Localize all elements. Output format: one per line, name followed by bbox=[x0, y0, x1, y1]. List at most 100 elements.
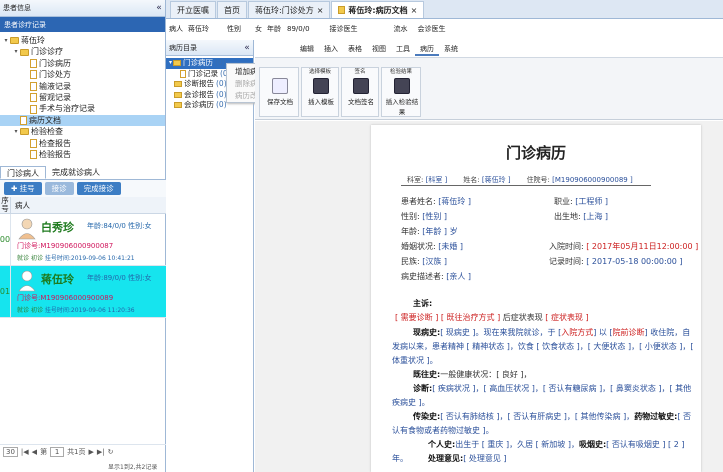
patient-visit-info: 就诊 初诊 挂号时间:2019-09-06 11:20:36 bbox=[17, 305, 135, 314]
record-time-field[interactable]: 记录时间: [ 2017-05-18 00:00:00 ] bbox=[549, 256, 683, 267]
tree-node[interactable]: ▾ 检验检查 bbox=[0, 126, 165, 137]
ribbon-tab[interactable]: 插入 bbox=[319, 44, 343, 56]
past-history-section[interactable]: 既往史:一般健康状况：[ 良好 ]， bbox=[392, 368, 694, 382]
ribbon: 保存文档 选择模板 插入模板 签名 文档签名 检验结果 插入检验结果 bbox=[255, 57, 723, 120]
main-tabbar: 开立医嘱 首页 蒋伍玲:门诊处方 × 蒋伍玲:病历文档 × bbox=[166, 0, 723, 19]
close-icon[interactable]: × bbox=[317, 6, 324, 15]
diagnosis-value: [ 疾病状况 ]，[ 高血压状况 ]，[ 否认有糖尿病 ]，[ 鼻窦炎状态 ]，… bbox=[392, 384, 692, 407]
visit-status: 就诊 bbox=[17, 307, 30, 314]
history-teller-field[interactable]: 病史描述者: [亲人 ] bbox=[401, 271, 471, 282]
grid-header-name: 病人 bbox=[15, 201, 30, 210]
info-patient-value: 蒋伍玲 bbox=[188, 24, 209, 33]
patient-row[interactable]: 00 白秀珍 年龄:84/0/0 性别:女 门诊号:M190906000900087 就… bbox=[0, 214, 166, 266]
catalog-item-count: (0) bbox=[215, 58, 226, 67]
tree-node[interactable]: 门诊处方 bbox=[0, 69, 165, 80]
tree-node[interactable]: ▾ 门诊诊疗 bbox=[0, 46, 165, 57]
ethnicity-field[interactable]: 民族: [汉族 ] bbox=[401, 256, 447, 267]
birthplace-field[interactable]: 出生地: [上海 ] bbox=[554, 211, 608, 222]
page-size-select[interactable]: 30 bbox=[3, 446, 18, 457]
handling-opinion-section[interactable]: 处理意见:[ 处理意见 ] bbox=[392, 452, 694, 466]
save-icon bbox=[272, 78, 288, 94]
name-field[interactable]: 姓名: [蒋伍玲 ] bbox=[463, 175, 510, 185]
sex-field[interactable]: 性别: [性别 ] bbox=[401, 211, 447, 222]
ribbon-tab[interactable]: 系统 bbox=[439, 44, 463, 56]
info-doctor-key: 接诊医生 bbox=[329, 24, 358, 33]
receive-button[interactable]: 接诊 bbox=[44, 182, 74, 195]
file-icon bbox=[30, 70, 37, 80]
allergy-history-key: 药物过敏史: bbox=[634, 412, 678, 421]
last-page-icon[interactable]: ▶| bbox=[97, 448, 105, 456]
next-page-icon[interactable]: ▶ bbox=[89, 448, 94, 456]
dept-field[interactable]: 科室: [科室 ] bbox=[407, 175, 447, 185]
insert-lab-result-button[interactable]: 插入检验结果 bbox=[385, 78, 419, 116]
expand-arrow-icon[interactable]: ▾ bbox=[2, 35, 10, 46]
catalog-item-label: 诊断报告 bbox=[184, 79, 214, 88]
main-tab[interactable]: 蒋伍玲:病历文档 × bbox=[331, 1, 425, 18]
prev-page-icon[interactable]: ◀ bbox=[32, 448, 37, 456]
tree-node[interactable]: 病历文档 bbox=[0, 114, 165, 127]
ribbon-tab[interactable]: 编辑 bbox=[295, 44, 319, 56]
patient-name-field[interactable]: 患者姓名: [蒋伍玲 ] bbox=[401, 196, 471, 207]
tree-node-label: 检验检查 bbox=[31, 127, 63, 137]
lab-result-icon bbox=[394, 78, 410, 94]
tree-node[interactable]: ▾ 蒋伍玲 bbox=[0, 35, 165, 46]
main-tab[interactable]: 开立医嘱 bbox=[170, 1, 216, 18]
ribbon-tab[interactable]: 工具 bbox=[391, 44, 415, 56]
infection-history-section[interactable]: 传染史:[ 否认有肺结核 ]，[ 否认有肝病史 ]，[ 其他传染病 ]，药物过敏… bbox=[392, 410, 694, 438]
first-page-icon[interactable]: |◀ bbox=[21, 448, 29, 456]
save-document-button[interactable]: 保存文档 bbox=[265, 78, 295, 106]
age-key: 年龄: bbox=[401, 227, 420, 236]
marriage-field[interactable]: 婚姻状况: [未婚 ] bbox=[401, 241, 463, 252]
sex-key: 性别: bbox=[401, 212, 420, 221]
patient-card: 白秀珍 年龄:84/0/0 性别:女 门诊号:M190906000900087 就诊 … bbox=[11, 214, 166, 265]
hospital-no-field[interactable]: 住院号: [M190906000900089 ] bbox=[527, 175, 633, 185]
job-field[interactable]: 职业: [工程师 ] bbox=[554, 196, 608, 207]
finish-button[interactable]: 完成接诊 bbox=[76, 182, 121, 195]
patient-row[interactable]: 01 蒋伍玲 年龄:89/0/0 性别:女 门诊号:M190906000900089 就… bbox=[0, 266, 166, 318]
folder-icon bbox=[174, 91, 182, 98]
chief-complaint-section[interactable]: 主诉: [ 需要诊断 ] [ 既往治疗方式 ] 后症状表现 [ 症状表现 ] bbox=[392, 297, 694, 325]
pager-info: 显示1到2,共2记录 bbox=[108, 464, 158, 471]
infection-history-value: [ 否认有肺结核 ]，[ 否认有肝病史 ]，[ 其他传染病 ]， bbox=[440, 412, 635, 421]
patient-grid: 序号 病人 00 白秀珍 年龄:84/0/0 性别:女 门诊号:M1909060009… bbox=[0, 197, 166, 318]
tree-node[interactable]: 手术与治疗记录 bbox=[0, 103, 165, 114]
document-page[interactable]: 门诊病历 科室: [科室 ] 姓名: [蒋伍玲 ] 住院号: [M1909060… bbox=[371, 125, 701, 472]
marriage-value: [未婚 ] bbox=[438, 242, 464, 251]
chief-complaint-key: 主诉: bbox=[413, 299, 433, 308]
sign-document-button[interactable]: 文档签名 bbox=[346, 78, 376, 106]
tree-node[interactable]: 检验报告 bbox=[0, 149, 165, 160]
age-field[interactable]: 年龄: [年龄 ] 岁 bbox=[401, 226, 458, 237]
page-input[interactable]: 1 bbox=[50, 446, 65, 457]
ribbon-tab[interactable]: 视图 bbox=[367, 44, 391, 56]
present-illness-section[interactable]: 现病史:[ 现病史 ]。现在来我院就诊，于 [入院方式] 以 [院前诊断] 收住… bbox=[392, 326, 694, 368]
history-teller-key: 病史描述者: bbox=[401, 272, 444, 281]
tree-node[interactable]: 留观记录 bbox=[0, 92, 165, 103]
expand-arrow-icon[interactable]: ▾ bbox=[12, 126, 20, 137]
insert-template-button[interactable]: 插入模板 bbox=[306, 78, 336, 106]
refresh-icon[interactable]: ↻ bbox=[108, 448, 114, 456]
close-icon[interactable]: × bbox=[411, 6, 418, 15]
admission-time-field[interactable]: 入院时间: [ 2017年05月11日12:00:00 ] bbox=[549, 241, 698, 252]
tab-finished-patients[interactable]: 完成就诊病人 bbox=[46, 166, 106, 179]
tree-node[interactable]: 输液记录 bbox=[0, 81, 165, 92]
avatar-icon bbox=[17, 270, 37, 292]
collapse-left-icon[interactable]: « bbox=[153, 3, 165, 13]
tab-current-patients[interactable]: 门诊病人 bbox=[0, 166, 46, 179]
document-area: 门诊病历 科室: [科室 ] 姓名: [蒋伍玲 ] 住院号: [M1909060… bbox=[255, 121, 723, 472]
register-button[interactable]: ✚ 挂号 bbox=[4, 182, 42, 195]
expand-arrow-icon[interactable]: ▾ bbox=[12, 46, 20, 57]
record-time-value: [ 2017-05-18 00:00:00 ] bbox=[586, 257, 683, 266]
expand-arrow-icon[interactable]: ▾ bbox=[169, 58, 172, 69]
main-tab-label: 首页 bbox=[224, 6, 240, 15]
collapse-catalog-icon[interactable]: « bbox=[241, 43, 253, 53]
ribbon-tab[interactable]: 表格 bbox=[343, 44, 367, 56]
main-tab[interactable]: 首页 bbox=[217, 1, 247, 18]
diagnosis-section[interactable]: 诊断:[ 疾病状况 ]，[ 高血压状况 ]，[ 否认有糖尿病 ]，[ 鼻窦炎状态… bbox=[392, 382, 694, 410]
ribbon-tab[interactable]: 病历 bbox=[415, 44, 439, 56]
complaint-treatment: [ 既往治疗方式 ] bbox=[440, 313, 501, 322]
main-tab[interactable]: 蒋伍玲:门诊处方 × bbox=[248, 1, 331, 18]
info-sex-key: 性别 bbox=[227, 24, 241, 33]
tree-node[interactable]: 门诊病历 bbox=[0, 58, 165, 69]
grid-header: 序号 病人 bbox=[0, 197, 166, 214]
tree-node[interactable]: 检查报告 bbox=[0, 138, 165, 149]
